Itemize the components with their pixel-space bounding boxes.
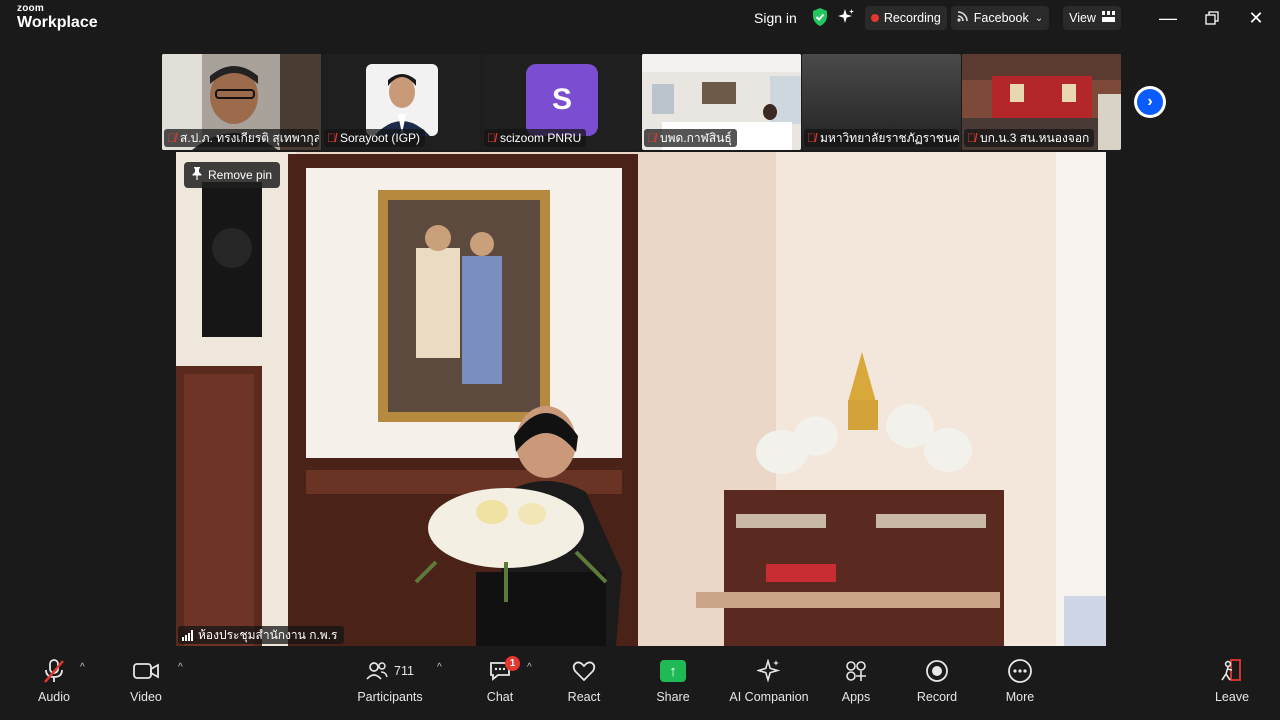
participant-name-tag: 🎙̸ บพด.กาฬสินธุ์ — [644, 129, 737, 147]
participant-name: ส.ป.ภ. ทรงเกียรติ สุเทพากุล — [180, 130, 319, 145]
heart-icon — [572, 656, 596, 686]
more-label: More — [1005, 690, 1035, 704]
active-speaker-video[interactable]: Remove pin ห้องประชุมสำนักงาน ก.พ.ร — [176, 152, 1106, 646]
view-button[interactable]: View — [1063, 6, 1121, 30]
speaker-video-frame — [176, 152, 1106, 646]
leave-label: Leave — [1214, 690, 1250, 704]
participant-name: มหาวิทยาลัยราชภัฏราชนค... — [820, 130, 959, 145]
remove-pin-button[interactable]: Remove pin — [184, 162, 281, 188]
participant-tile-4[interactable]: 🎙̸ บพด.กาฬสินธุ์ — [642, 54, 801, 150]
sign-in-link[interactable]: Sign in — [754, 10, 797, 26]
participant-name-tag: 🎙̸ มหาวิทยาลัยราชภัฏราชนค... — [804, 129, 959, 147]
participant-name: scizoom PNRU — [500, 131, 582, 145]
gallery-grid-icon — [1101, 11, 1115, 25]
share-button[interactable]: ↑ Share — [650, 656, 696, 714]
share-icon-wrapper: ↑ — [660, 656, 686, 686]
participant-name: บก.น.3 สน.หนองจอก — [980, 130, 1090, 145]
recording-indicator[interactable]: Recording — [864, 6, 947, 30]
react-label: React — [567, 690, 601, 704]
speaker-name-tag: ห้องประชุมสำนักงาน ก.พ.ร — [178, 626, 344, 644]
gallery-next-page-button[interactable]: › — [1134, 86, 1166, 118]
record-button[interactable]: Record — [914, 656, 960, 714]
participant-tile-2[interactable]: 🎙̸ Sorayoot (IGP) — [322, 54, 481, 150]
ai-sparkle-icon — [757, 656, 781, 686]
chevron-down-icon: ⌄ — [1034, 12, 1044, 24]
camera-icon — [132, 656, 160, 686]
participant-tile-3[interactable]: S 🎙̸ scizoom PNRU — [482, 54, 641, 150]
participant-name: Sorayoot (IGP) — [340, 131, 421, 145]
livestream-label: Facebook — [973, 11, 1029, 25]
participant-name-tag: 🎙̸ Sorayoot (IGP) — [324, 129, 426, 147]
recording-dot-icon — [870, 14, 879, 22]
leave-button[interactable]: Leave — [1210, 656, 1254, 714]
record-icon — [925, 656, 949, 686]
video-options-caret-icon[interactable]: ^ — [178, 662, 183, 673]
brand-main: Workplace — [17, 14, 98, 31]
chat-label: Chat — [486, 690, 514, 704]
close-window-icon[interactable]: ✕ — [1236, 4, 1276, 32]
restore-window-icon[interactable] — [1192, 4, 1232, 32]
mic-muted-icon: 🎙̸ — [167, 131, 176, 145]
share-screen-icon: ↑ — [660, 660, 686, 682]
zoom-workplace-logo: zoom Workplace — [17, 4, 98, 31]
mic-muted-icon: 🎙̸ — [967, 131, 976, 145]
encryption-shield-icon[interactable] — [811, 7, 829, 30]
mic-muted-icon: 🎙̸ — [487, 131, 496, 145]
ai-sparkle-icon[interactable] — [837, 8, 855, 29]
apps-button[interactable]: Apps — [834, 656, 878, 714]
record-label: Record — [916, 690, 958, 704]
apps-icon — [844, 656, 868, 686]
brand-small: zoom — [17, 3, 44, 14]
audio-options-caret-icon[interactable]: ^ — [80, 662, 85, 673]
participants-count: 711 — [394, 664, 414, 678]
chat-unread-badge: 1 — [505, 656, 520, 671]
mic-muted-icon: 🎙̸ — [327, 131, 336, 145]
audio-label: Audio — [38, 690, 70, 704]
chat-button[interactable]: 1 Chat — [478, 656, 522, 714]
participant-tile-6[interactable]: 🎙̸ บก.น.3 สน.หนองจอก — [962, 54, 1121, 150]
participants-options-caret-icon[interactable]: ^ — [437, 662, 442, 673]
participant-avatar: S — [526, 64, 598, 136]
video-button[interactable]: Video — [122, 656, 170, 714]
recording-label: Recording — [883, 11, 941, 25]
apps-label: Apps — [841, 690, 871, 704]
react-button[interactable]: React — [562, 656, 606, 714]
participants-label: Participants — [357, 690, 423, 704]
minimize-window-icon[interactable]: — — [1148, 4, 1188, 32]
more-options-icon — [1007, 656, 1033, 686]
speaker-name: ห้องประชุมสำนักงาน ก.พ.ร — [198, 627, 338, 642]
chevron-right-icon: › — [1137, 89, 1163, 115]
chat-bubble-icon: 1 — [488, 656, 520, 686]
participant-name: บพด.กาฬสินธุ์ — [660, 130, 732, 145]
meeting-controls-toolbar: Audio ^ Video ^ 711 Participants ^ 1 Cha… — [0, 648, 1280, 720]
ai-companion-label: AI Companion — [729, 690, 809, 704]
title-bar: zoom Workplace Sign in Recording Faceboo… — [0, 0, 1280, 36]
mic-muted-icon: 🎙̸ — [647, 131, 656, 145]
participants-icon: 711 — [366, 656, 414, 686]
view-label: View — [1069, 11, 1096, 25]
mic-muted-icon — [42, 656, 66, 686]
participant-tile-1[interactable]: 🎙̸ ส.ป.ภ. ทรงเกียรติ สุเทพากุล — [162, 54, 321, 150]
participant-tile-5[interactable]: 🎙̸ มหาวิทยาลัยราชภัฏราชนค... — [802, 54, 961, 150]
chat-options-caret-icon[interactable]: ^ — [527, 662, 532, 673]
mic-muted-icon: 🎙̸ — [807, 131, 816, 145]
more-button[interactable]: More — [998, 656, 1042, 714]
participants-button[interactable]: 711 Participants — [354, 656, 426, 714]
livestream-dropdown[interactable]: Facebook ⌄ — [950, 6, 1050, 30]
livestream-icon — [957, 11, 968, 25]
video-label: Video — [130, 690, 162, 704]
participant-name-tag: 🎙̸ scizoom PNRU — [484, 129, 587, 147]
ai-companion-button[interactable]: AI Companion — [726, 656, 812, 714]
pin-icon — [192, 167, 202, 183]
audio-button[interactable]: Audio — [30, 656, 78, 714]
leave-exit-icon — [1219, 656, 1245, 686]
participant-name-tag: 🎙̸ ส.ป.ภ. ทรงเกียรติ สุเทพากุล — [164, 129, 319, 147]
share-label: Share — [656, 690, 690, 704]
connection-bars-icon — [182, 629, 193, 641]
remove-pin-label: Remove pin — [208, 168, 273, 182]
participant-name-tag: 🎙̸ บก.น.3 สน.หนองจอก — [964, 129, 1095, 147]
